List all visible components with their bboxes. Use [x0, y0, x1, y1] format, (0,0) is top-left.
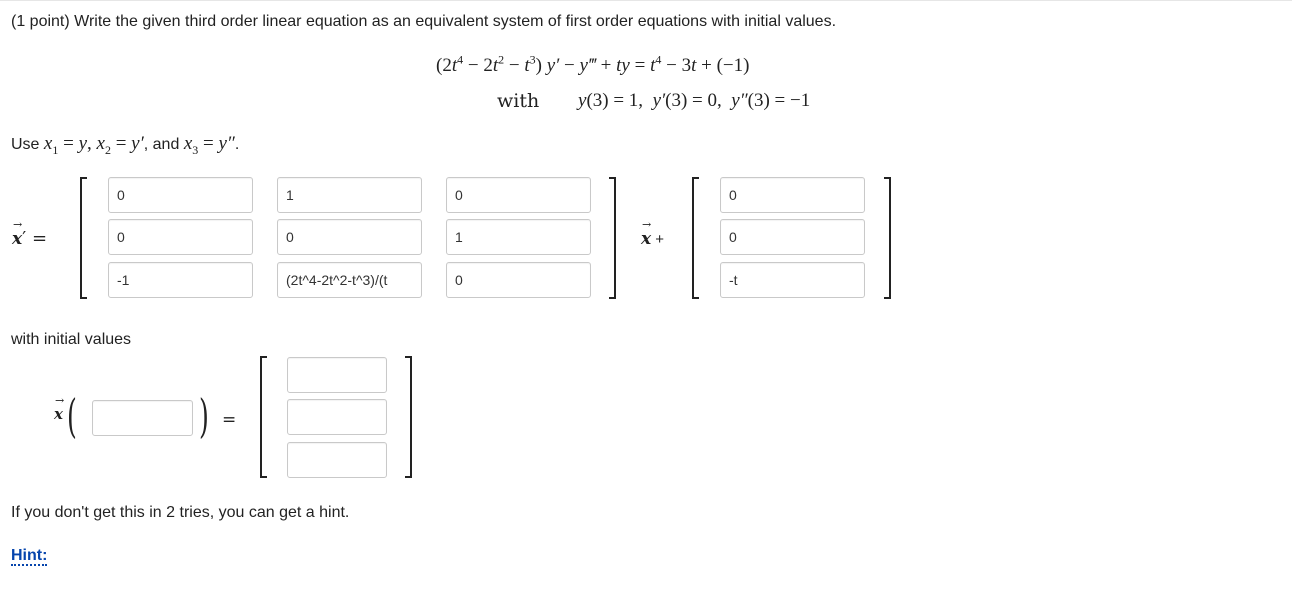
- vector-left-bracket: [692, 177, 699, 299]
- initial-values-label: with initial values: [11, 331, 132, 348]
- problem-statement: (1 point) Write the given third order li…: [11, 13, 837, 30]
- initial-left-bracket: [260, 356, 267, 478]
- hint-notice: If you don't get this in 2 tries, you ca…: [11, 504, 350, 521]
- hint-link-wrapper: Hint:: [11, 547, 48, 566]
- initial-conditions: y(3) = 1, y′(3) = 0, y″(3) = −1: [578, 90, 811, 111]
- hint-link[interactable]: Hint:: [11, 547, 48, 566]
- matrix-right-bracket: [609, 177, 616, 299]
- matrix-cell-1-2[interactable]: [277, 177, 422, 213]
- use-label: Use: [11, 136, 40, 153]
- x-plus-label: x +: [641, 229, 664, 249]
- substitution-math: x1 = y, x2 = y′: [43, 133, 144, 157]
- x-vector-symbol: x: [54, 405, 63, 424]
- initial-value-3[interactable]: [287, 442, 387, 478]
- matrix-cell-2-1[interactable]: [108, 219, 253, 255]
- and-label: and: [152, 136, 180, 153]
- open-paren: (: [67, 389, 77, 443]
- equation: (2t4 − 2t2 − t3) y′ − y‴ + ty = t4 − 3t …: [436, 52, 750, 76]
- matrix-cell-2-2[interactable]: [277, 219, 422, 255]
- initial-equals: =: [222, 410, 237, 430]
- top-divider: [0, 0, 1292, 1]
- substitution-line: Use x1 = y, x2 = y′, and x3 = y″.: [11, 133, 240, 157]
- close-paren: ): [199, 389, 209, 443]
- matrix-cell-1-1[interactable]: [108, 177, 253, 213]
- vector-b-cell-1[interactable]: [720, 177, 865, 213]
- substitution-math-2: x3 = y″: [183, 133, 235, 157]
- matrix-cell-3-2[interactable]: [277, 262, 422, 298]
- vector-b-cell-3[interactable]: [720, 262, 865, 298]
- initial-t0-input[interactable]: [92, 400, 193, 436]
- vector-b-cell-2[interactable]: [720, 219, 865, 255]
- initial-value-2[interactable]: [287, 399, 387, 435]
- x-prime-label: x′ =: [12, 228, 47, 249]
- matrix-cell-3-1[interactable]: [108, 262, 253, 298]
- initial-right-bracket: [405, 356, 412, 478]
- initial-value-1[interactable]: [287, 357, 387, 393]
- with-label: with: [497, 90, 540, 112]
- matrix-cell-2-3[interactable]: [446, 219, 591, 255]
- matrix-left-bracket: [80, 177, 87, 299]
- matrix-cell-1-3[interactable]: [446, 177, 591, 213]
- matrix-cell-3-3[interactable]: [446, 262, 591, 298]
- vector-right-bracket: [884, 177, 891, 299]
